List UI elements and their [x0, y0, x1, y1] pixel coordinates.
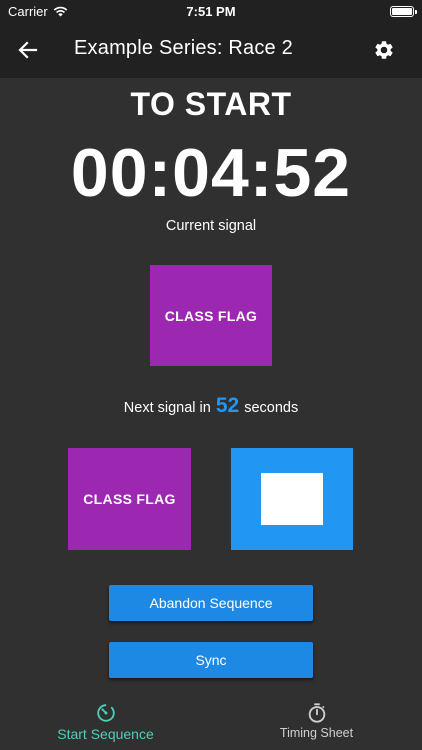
sequence-phase: TO START: [0, 86, 422, 123]
flag-white-square: [261, 473, 323, 525]
nav-start-sequence-label: Start Sequence: [57, 726, 154, 742]
back-arrow-icon: [18, 40, 38, 60]
app-bar: Example Series: Race 2: [0, 22, 422, 78]
wifi-icon: [53, 6, 68, 17]
next-class-flag-label: CLASS FLAG: [83, 491, 175, 507]
back-button[interactable]: [14, 36, 42, 64]
abandon-sequence-button[interactable]: Abandon Sequence: [109, 585, 313, 621]
next-class-flag: CLASS FLAG: [68, 448, 191, 550]
current-flag-label: CLASS FLAG: [165, 308, 257, 324]
nav-timing-sheet[interactable]: Timing Sheet: [211, 694, 422, 750]
gear-icon: [373, 39, 395, 61]
nav-start-sequence[interactable]: Start Sequence: [0, 694, 211, 750]
start-sequence-icon: [95, 702, 117, 724]
stopwatch-icon: [306, 702, 328, 724]
battery-icon: [390, 6, 414, 17]
status-left: Carrier: [8, 4, 68, 19]
next-signal-prefix: Next signal in: [124, 400, 211, 416]
countdown-timer: 00:04:52: [0, 134, 422, 212]
battery-level: [392, 8, 412, 15]
bottom-nav: Start Sequence Timing Sheet: [0, 694, 422, 750]
next-signal-seconds: 52: [216, 394, 239, 418]
status-bar: Carrier 7:51 PM: [0, 0, 422, 22]
settings-button[interactable]: [370, 36, 398, 64]
next-signal-label: Next signal in 52 seconds: [0, 394, 422, 418]
nav-timing-sheet-label: Timing Sheet: [280, 726, 353, 740]
next-signal-suffix: seconds: [244, 400, 298, 416]
page-title: Example Series: Race 2: [74, 37, 293, 60]
current-class-flag: CLASS FLAG: [150, 265, 272, 366]
current-signal-label: Current signal: [0, 218, 422, 234]
sync-button[interactable]: Sync: [109, 642, 313, 678]
carrier-label: Carrier: [8, 4, 48, 19]
next-preparatory-flag: [231, 448, 353, 550]
